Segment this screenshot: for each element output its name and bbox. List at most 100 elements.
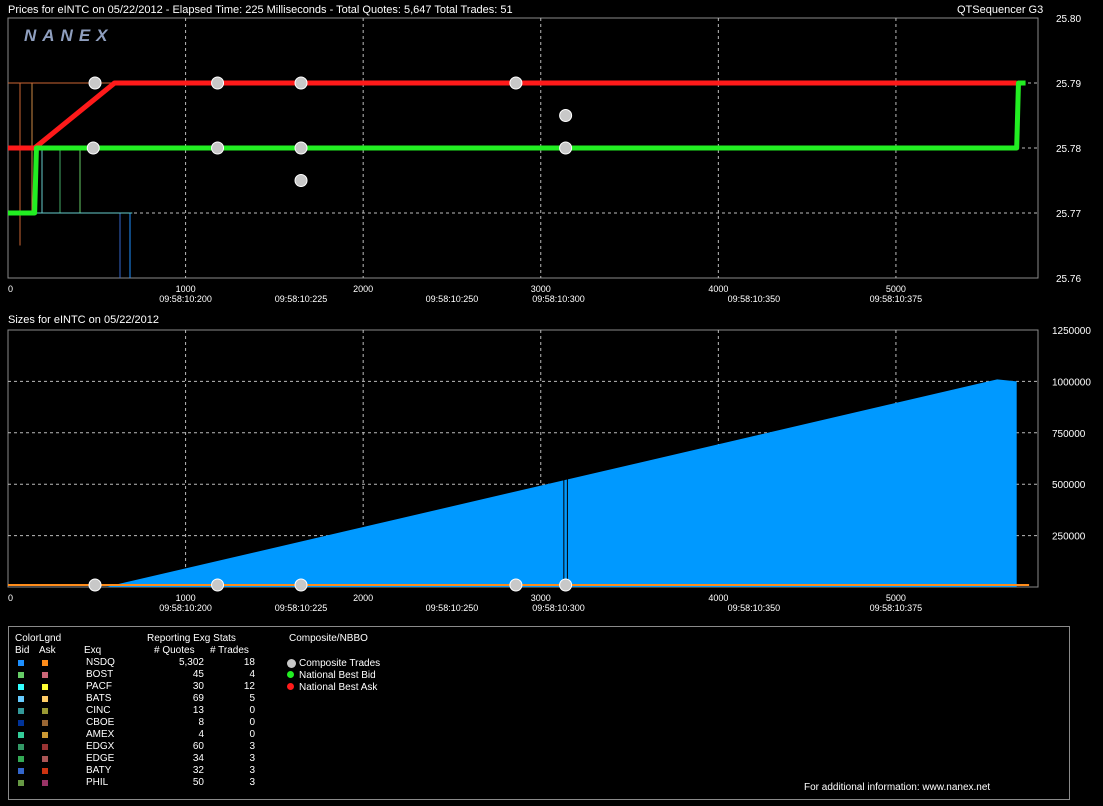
size-x-tick-label: 0 [8,593,13,603]
legend-bid-swatch [18,660,24,666]
legend-bid-swatch [18,744,24,750]
size-chart: 1250000 1000000 750000 500000 250000 0 1000 200… [7,326,1091,613]
size-x-tick-label: 4000 [708,593,728,603]
legend-ask-swatch [42,732,48,738]
legend-ask-swatch [42,684,48,690]
legend-bid-swatch [18,780,24,786]
size-time-tick-label: 09:58:10:350 [728,603,781,613]
legend-quote-count: 8 [198,717,204,728]
legend-exchange: CBOE [86,717,115,728]
legend-quote-count: 13 [192,705,204,716]
legend-quote-count: 34 [192,753,204,764]
legend-trade-count: 0 [249,705,255,716]
price-x-tick-label: 1000 [176,284,196,294]
legend-color-title: ColorLgnd [15,633,62,644]
legend-bid-swatch [18,684,24,690]
price-x-tick-label: 0 [8,284,13,294]
legend-trade-count: 18 [243,657,255,668]
legend-bid-swatch [18,756,24,762]
legend-ask-swatch [42,756,48,762]
size-time-tick-label: 09:58:10:225 [275,603,328,613]
legend-ask-swatch [42,696,48,702]
legend-quotes-header: # Quotes [154,645,195,656]
legend-exchange: PACF [86,681,112,692]
composite-label: National Best Bid [299,670,376,681]
size-time-tick-label: 09:58:10:375 [870,603,923,613]
legend-exq-header: Exq [84,645,102,656]
legend-bid-swatch [18,768,24,774]
legend-ask-header: Ask [39,645,56,656]
legend-exchange: PHIL [86,777,109,788]
legend-ask-swatch [42,672,48,678]
size-trade-point [294,578,308,592]
composite-marker-icon [287,671,294,678]
price-trade-point [294,141,308,155]
legend-bid-header: Bid [15,645,30,656]
legend-exchange: BATY [86,765,112,776]
legend-bid-swatch [18,696,24,702]
legend-ask-swatch [42,780,48,786]
price-trade-point [86,141,100,155]
legend-exchange: EDGX [86,741,115,752]
size-trade-point [559,578,573,592]
size-y-tick-label: 1250000 [1052,326,1091,337]
legend-quote-count: 69 [192,693,204,704]
composite-marker-icon [287,683,294,690]
legend-stats-title: Reporting Exg Stats [147,633,236,644]
price-y-tick-label: 25.78 [1056,144,1081,155]
size-time-tick-label: 09:58:10:300 [532,603,585,613]
legend-ask-swatch [42,720,48,726]
price-y-tick-label: 25.77 [1056,209,1081,220]
legend-footer: For additional information: www.nanex.ne… [804,782,991,793]
price-trade-point [559,109,573,122]
size-trade-point [88,578,102,592]
size-x-tick-label: 1000 [176,593,196,603]
price-trade-point [509,76,523,90]
price-trade-point [294,174,308,187]
size-time-tick-label: 09:58:10:200 [159,603,212,613]
price-x-tick-label: 4000 [708,284,728,294]
legend-trade-count: 5 [249,693,255,704]
legend-ask-swatch [42,744,48,750]
legend-quote-count: 30 [192,681,204,692]
composite-label: National Best Ask [299,682,378,693]
legend-exchange: BATS [86,693,112,704]
price-trade-point [88,76,102,90]
legend-bid-swatch [18,732,24,738]
price-x-tick-label: 2000 [353,284,373,294]
legend-ask-swatch [42,708,48,714]
legend-trade-count: 0 [249,729,255,740]
size-y-tick-label: 500000 [1052,480,1086,491]
legend-composite-title: Composite/NBBO [289,633,368,644]
price-time-tick-label: 09:58:10:350 [728,294,781,304]
price-trade-point [211,141,225,155]
size-x-tick-label: 5000 [886,593,906,603]
price-time-tick-label: 09:58:10:200 [159,294,212,304]
legend-trade-count: 3 [249,765,255,776]
legend-bid-swatch [18,720,24,726]
legend-bid-swatch [18,672,24,678]
legend-ask-swatch [42,768,48,774]
price-time-tick-label: 09:58:10:375 [870,294,923,304]
price-time-tick-label: 09:58:10:300 [532,294,585,304]
size-x-tick-label: 2000 [353,593,373,603]
legend-quote-count: 45 [192,669,204,680]
size-y-tick-label: 750000 [1052,429,1086,440]
legend-trades-header: # Trades [210,645,249,656]
legend-ask-swatch [42,660,48,666]
price-x-tick-label: 3000 [531,284,551,294]
legend-quote-count: 5,302 [178,657,204,668]
legend-trade-count: 3 [249,741,255,752]
price-trade-point [559,141,573,155]
legend-quote-count: 4 [198,729,204,740]
size-x-tick-label: 3000 [531,593,551,603]
price-time-tick-label: 09:58:10:250 [426,294,479,304]
size-y-tick-label: 1000000 [1052,377,1091,388]
legend-trade-count: 3 [249,777,255,788]
legend-exchange: EDGE [86,753,115,764]
legend-trade-count: 4 [249,669,255,680]
legend-quote-count: 50 [192,777,204,788]
composite-marker-icon [287,659,296,668]
composite-label: Composite Trades [299,658,381,669]
price-y-tick-label: 25.79 [1056,79,1081,90]
